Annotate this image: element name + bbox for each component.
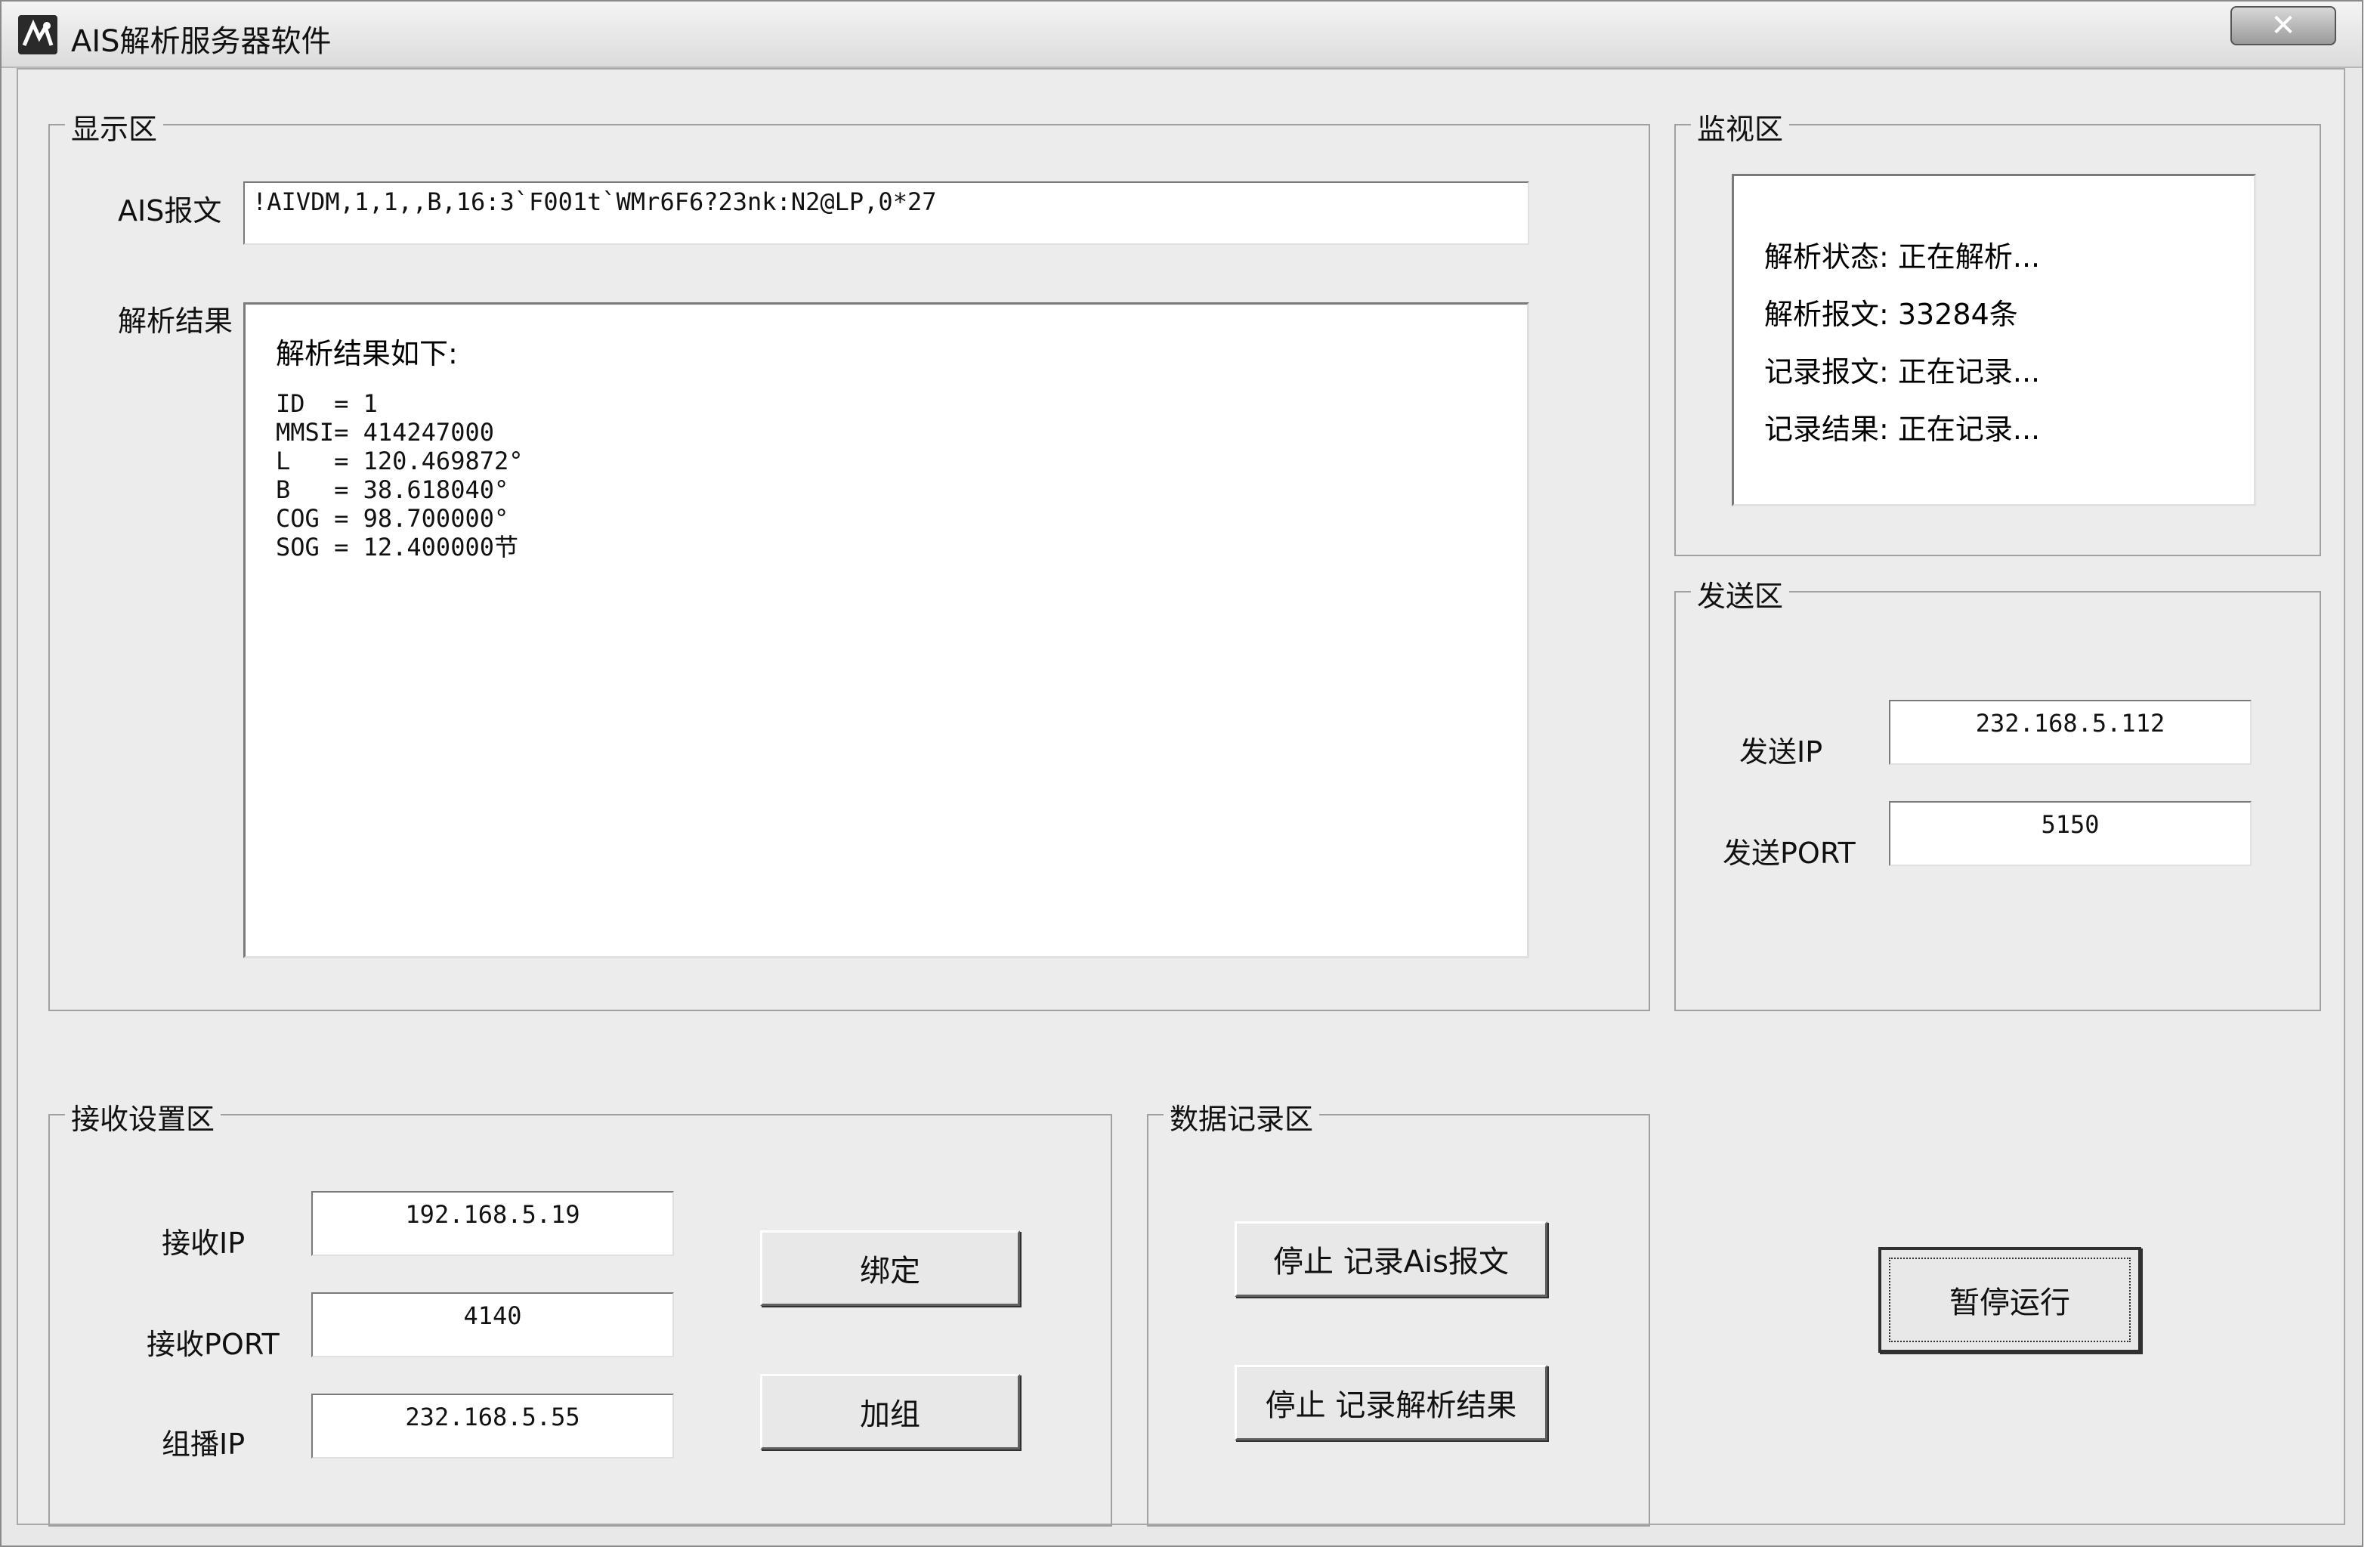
monitor-parsed-count: 解析报文: 33284条 bbox=[1764, 298, 2018, 331]
app-window: AIS解析服务器软件 ✕ 显示区 AIS报文 !AIVDM,1,1,,B,16:… bbox=[0, 0, 2363, 1547]
multicast-ip-label: 组播IP bbox=[162, 1428, 246, 1461]
multicast-ip-field[interactable]: 232.168.5.55 bbox=[311, 1394, 674, 1459]
result-line-mmsi: MMSI= 414247000 bbox=[276, 418, 494, 447]
parse-result-heading: 解析结果如下: bbox=[276, 337, 458, 370]
receive-ip-field[interactable]: 192.168.5.19 bbox=[311, 1191, 674, 1256]
close-button[interactable]: ✕ bbox=[2230, 6, 2336, 45]
close-icon: ✕ bbox=[2270, 8, 2296, 43]
send-ip-label: 发送IP bbox=[1739, 735, 1823, 769]
ais-message-label: AIS报文 bbox=[118, 194, 222, 227]
record-group: 数据记录区 停止 记录Ais报文 停止 记录解析结果 bbox=[1147, 1096, 1650, 1527]
send-group: 发送区 发送IP 232.168.5.112 发送PORT 5150 bbox=[1674, 573, 2321, 1011]
monitor-record-result: 记录结果: 正在记录... bbox=[1764, 413, 2041, 446]
receive-port-field[interactable]: 4140 bbox=[311, 1292, 674, 1357]
send-port-field[interactable]: 5150 bbox=[1889, 801, 2252, 866]
window-title: AIS解析服务器软件 bbox=[71, 24, 332, 59]
stop-record-ais-button[interactable]: 停止 记录Ais报文 bbox=[1235, 1221, 1547, 1297]
parse-result-box[interactable]: 解析结果如下: ID = 1 MMSI= 414247000 L = 120.4… bbox=[243, 302, 1529, 958]
parse-result-lines: ID = 1 MMSI= 414247000 L = 120.469872° B… bbox=[276, 389, 524, 562]
receive-group: 接收设置区 接收IP 192.168.5.19 接收PORT 4140 组播IP… bbox=[48, 1096, 1112, 1527]
bind-button[interactable]: 绑定 bbox=[760, 1230, 1020, 1306]
monitor-box: 解析状态: 正在解析... 解析报文: 33284条 记录报文: 正在记录...… bbox=[1732, 174, 2256, 506]
send-ip-field[interactable]: 232.168.5.112 bbox=[1889, 700, 2252, 765]
stop-record-result-button[interactable]: 停止 记录解析结果 bbox=[1235, 1365, 1547, 1440]
send-port-label: 发送PORT bbox=[1723, 837, 1856, 870]
join-group-button[interactable]: 加组 bbox=[760, 1374, 1020, 1450]
ais-message-field[interactable]: !AIVDM,1,1,,B,16:3`F001t`WMr6F6?23nk:N2@… bbox=[243, 181, 1529, 245]
focus-outline bbox=[1889, 1258, 2131, 1342]
result-line-latitude: B = 38.618040° bbox=[276, 475, 509, 504]
send-group-title: 发送区 bbox=[1691, 573, 1790, 614]
monitor-group: 监视区 解析状态: 正在解析... 解析报文: 33284条 记录报文: 正在记… bbox=[1674, 106, 2321, 556]
result-line-id: ID = 1 bbox=[276, 389, 378, 418]
receive-ip-label: 接收IP bbox=[162, 1227, 246, 1260]
display-group-title: 显示区 bbox=[65, 106, 164, 147]
monitor-record-message: 记录报文: 正在记录... bbox=[1764, 355, 2041, 388]
title-bar[interactable]: AIS解析服务器软件 ✕ bbox=[2, 2, 2362, 68]
monitor-parse-status: 解析状态: 正在解析... bbox=[1764, 240, 2041, 274]
client-area: 显示区 AIS报文 !AIVDM,1,1,,B,16:3`F001t`WMr6F… bbox=[17, 68, 2345, 1527]
result-line-longitude: L = 120.469872° bbox=[276, 447, 524, 475]
display-group: 显示区 AIS报文 !AIVDM,1,1,,B,16:3`F001t`WMr6F… bbox=[48, 106, 1650, 1011]
receive-port-label: 接收PORT bbox=[147, 1328, 280, 1361]
monitor-group-title: 监视区 bbox=[1691, 106, 1790, 147]
record-group-title: 数据记录区 bbox=[1164, 1096, 1320, 1137]
pause-run-button[interactable]: 暂停运行 bbox=[1878, 1247, 2141, 1353]
receive-group-title: 接收设置区 bbox=[65, 1096, 221, 1137]
result-line-cog: COG = 98.700000° bbox=[276, 504, 509, 533]
app-icon bbox=[18, 15, 57, 54]
parse-result-label: 解析结果 bbox=[118, 305, 233, 338]
result-line-sog: SOG = 12.400000节 bbox=[276, 533, 518, 562]
